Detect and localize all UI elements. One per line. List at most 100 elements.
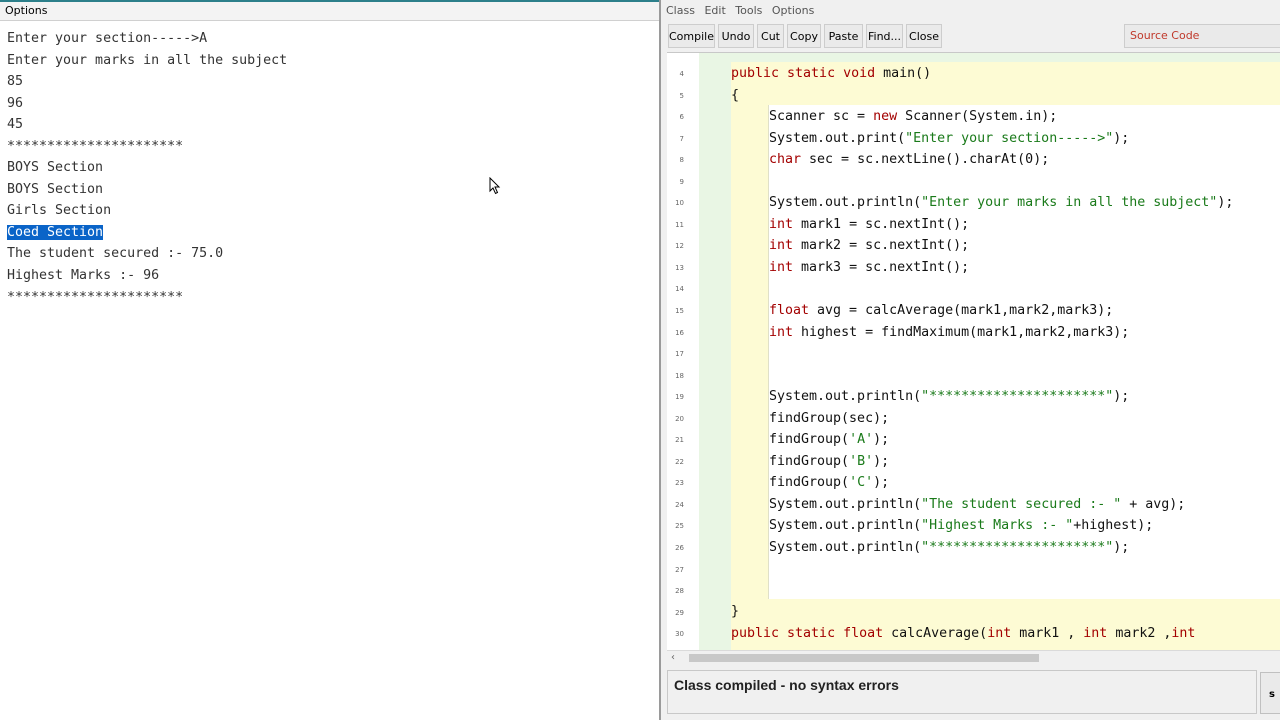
terminal-line: 85 [7, 74, 24, 90]
terminal-menubar: Options [0, 2, 659, 21]
code-text: ); [873, 432, 890, 447]
line-number: 13 [675, 264, 684, 272]
undo-button[interactable]: Undo [718, 24, 754, 48]
code-line: int mark1 = sc.nextInt(); [769, 217, 969, 233]
compile-status-message: Class compiled - no syntax errors [667, 670, 1257, 714]
code-string: 'C' [849, 475, 874, 490]
code-string: "**********************" [921, 389, 1114, 404]
line-number: 4 [679, 70, 684, 78]
menu-edit[interactable]: Edit [700, 4, 727, 17]
terminal-line: Girls Section [7, 203, 112, 219]
scroll-left-arrow-icon[interactable]: ‹ [671, 652, 675, 663]
code-line: Scanner sc = new Scanner(System.in); [769, 109, 1057, 125]
terminal-window: Options Enter your section----->A Enter … [0, 0, 661, 720]
code-text: + avg); [1121, 497, 1186, 512]
line-number: 28 [675, 587, 684, 595]
menu-tools[interactable]: Tools [731, 4, 764, 17]
menu-options[interactable]: Options [768, 4, 816, 17]
code-string: "Highest Marks :- " [921, 518, 1074, 533]
code-line: char sec = sc.nextLine().charAt(0); [769, 152, 1049, 168]
code-text: ); [1113, 540, 1130, 555]
line-number: 5 [679, 92, 684, 100]
editor-window: Class Edit Tools Options Compile Undo Cu… [662, 0, 1280, 720]
code-line: findGroup('C'); [769, 475, 889, 491]
code-line: int mark3 = sc.nextInt(); [769, 260, 969, 276]
view-mode-select[interactable]: Source Code [1124, 24, 1280, 48]
line-number: 19 [675, 393, 684, 401]
code-text: mark2 , [1107, 626, 1172, 641]
line-number: 16 [675, 329, 684, 337]
code-text: mark2 = sc.nextInt(); [793, 238, 970, 253]
code-editor[interactable]: 4 5 6 7 8 9 10 11 12 13 14 15 16 17 18 1… [667, 52, 1280, 651]
close-button[interactable]: Close [906, 24, 942, 48]
code-keyword: int [1171, 626, 1196, 641]
line-number: 18 [675, 372, 684, 380]
line-number: 24 [675, 501, 684, 509]
scrollbar-thumb[interactable] [689, 654, 1039, 662]
code-keyword: int [769, 217, 794, 232]
code-line: System.out.println("********************… [769, 540, 1129, 556]
status-side-button[interactable]: s [1260, 672, 1280, 714]
code-text: highest = findMaximum(mark1,mark2,mark3)… [793, 325, 1130, 340]
code-string: 'B' [849, 454, 874, 469]
line-number: 12 [675, 242, 684, 250]
line-number: 29 [675, 609, 684, 617]
code-text: System.out.println( [769, 540, 922, 555]
terminal-line: 96 [7, 95, 24, 111]
code-keyword: int [1083, 626, 1108, 641]
code-string: "Enter your marks in all the subject" [921, 195, 1218, 210]
terminal-line: ********************** [7, 138, 184, 154]
code-line: System.out.print("Enter your section----… [769, 131, 1129, 147]
line-number: 7 [679, 135, 684, 143]
terminal-line: 45 [7, 117, 24, 133]
code-keyword: int [769, 325, 794, 340]
code-keyword: char [769, 152, 802, 167]
menu-options[interactable]: Options [0, 4, 47, 17]
code-text: ); [873, 454, 890, 469]
code-line: System.out.println("Highest Marks :- "+h… [769, 518, 1153, 534]
line-number: 9 [679, 178, 684, 186]
code-keyword: int [987, 626, 1012, 641]
code-text: Scanner(System.in); [897, 109, 1058, 124]
code-line: { [731, 88, 740, 103]
code-keyword: int [769, 260, 794, 275]
line-number: 25 [675, 522, 684, 530]
terminal-line-selected: Coed Section [7, 222, 287, 244]
copy-button[interactable]: Copy [787, 24, 821, 48]
editor-menubar: Class Edit Tools Options [662, 2, 1280, 20]
cut-button[interactable]: Cut [757, 24, 784, 48]
code-text: System.out.println( [769, 518, 922, 533]
compile-button[interactable]: Compile [668, 24, 715, 48]
horizontal-scrollbar[interactable]: ‹ [667, 650, 1280, 665]
code-string: "The student secured :- " [921, 497, 1122, 512]
code-string: "Enter your section----->" [905, 131, 1114, 146]
code-text: ); [1113, 389, 1130, 404]
line-number: 6 [679, 113, 684, 121]
line-number: 21 [675, 436, 684, 444]
line-number: 22 [675, 458, 684, 466]
code-text: findGroup( [769, 475, 850, 490]
terminal-output[interactable]: Enter your section----->A Enter your mar… [7, 28, 287, 308]
code-text: ); [873, 475, 890, 490]
code-text: System.out.println( [769, 389, 922, 404]
line-number: 27 [675, 566, 684, 574]
code-text: ); [1113, 131, 1130, 146]
code-text: System.out.println( [769, 497, 922, 512]
code-line: } [731, 604, 740, 619]
code-line: int highest = findMaximum(mark1,mark2,ma… [769, 325, 1129, 341]
code-line: System.out.println("The student secured … [769, 497, 1185, 513]
terminal-line: BOYS Section [7, 160, 104, 176]
code-line: System.out.println("********************… [769, 389, 1129, 405]
code-text: avg = calcAverage(mark1,mark2,mark3); [809, 303, 1114, 318]
code-line: float avg = calcAverage(mark1,mark2,mark… [769, 303, 1113, 319]
code-text: mark3 = sc.nextInt(); [793, 260, 970, 275]
selected-text[interactable]: Coed Section [7, 224, 104, 240]
menu-class[interactable]: Class [662, 4, 697, 17]
code-text: mark1 = sc.nextInt(); [793, 217, 970, 232]
code-text: main() [883, 66, 932, 81]
line-number: 14 [675, 285, 684, 293]
code-line: findGroup(sec); [769, 411, 890, 426]
code-string: 'A' [849, 432, 874, 447]
paste-button[interactable]: Paste [824, 24, 863, 48]
find-button[interactable]: Find... [866, 24, 903, 48]
